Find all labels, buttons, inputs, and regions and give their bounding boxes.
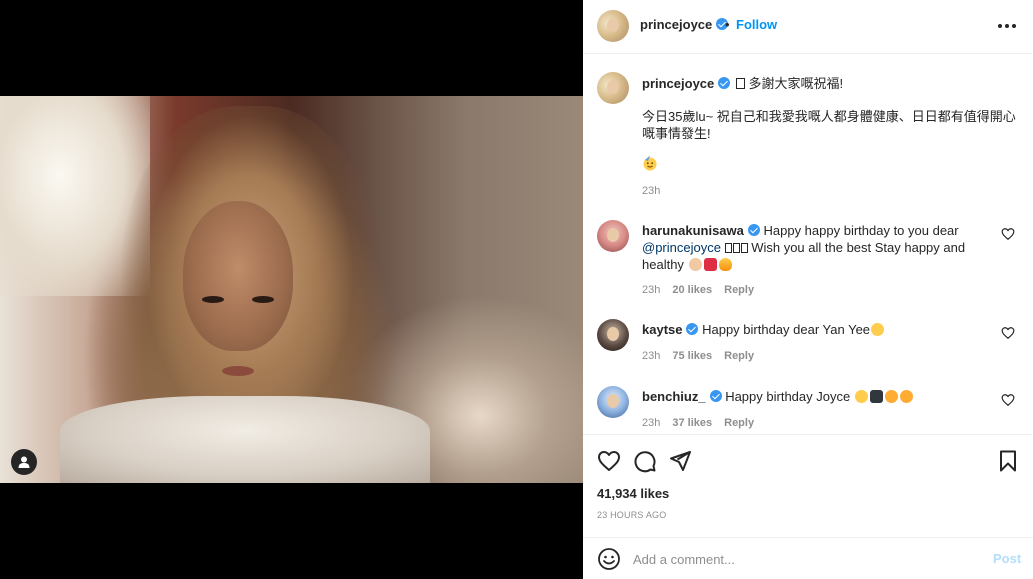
heart-icon[interactable] (597, 449, 621, 473)
dot-icon (998, 24, 1002, 28)
follow-button[interactable]: Follow (736, 17, 777, 32)
comment-input[interactable] (633, 549, 973, 569)
comment-like-heart-icon[interactable] (1001, 326, 1015, 340)
photo-eye-right (252, 296, 274, 303)
comment-icon[interactable] (633, 449, 657, 473)
photo-eye-left (202, 296, 224, 303)
post-media-area (0, 0, 583, 579)
flexed-biceps-emoji-icon (688, 258, 702, 271)
bookmark-icon[interactable] (996, 449, 1020, 473)
share-icon[interactable] (668, 449, 692, 473)
separator-dot: • (725, 17, 730, 32)
partying-face-emoji-icon (642, 155, 658, 174)
verified-badge-icon (686, 323, 699, 335)
comment-text: benchiuz_ Happy birthday Joyce (642, 388, 987, 405)
add-comment-bar: Post (583, 537, 1033, 579)
user-silhouette-icon (18, 456, 30, 468)
reply-button[interactable]: Reply (724, 417, 754, 429)
post-side-panel: princejoyce • Follow princejoyce 多謝大家嘅祝福… (583, 0, 1033, 579)
caption-timestamp[interactable]: 23h (642, 185, 660, 197)
verified-badge-icon (747, 224, 760, 236)
dot-icon (1012, 24, 1016, 28)
comment-time[interactable]: 23h (642, 417, 660, 429)
comment-mention-link[interactable]: @princejoyce (642, 240, 721, 255)
comment-meta: 23h 37 likes Reply (642, 417, 754, 429)
photo-clothing (60, 396, 430, 483)
comment-likes[interactable]: 75 likes (672, 350, 712, 362)
username-text[interactable]: princejoyce (640, 17, 712, 32)
smiling-face-hearts-emoji-icon (871, 323, 885, 336)
comment-time[interactable]: 23h (642, 284, 660, 296)
post-author-username[interactable]: princejoyce (640, 17, 729, 32)
dot-icon (1005, 24, 1009, 28)
comment-body: Happy birthday Joyce (721, 389, 854, 404)
caption-square-glyph (735, 78, 745, 89)
avatar[interactable] (597, 10, 629, 42)
post-actions-bar: 41,934 likes 23 HOURS AGO (583, 434, 1033, 544)
instagram-post-modal: princejoyce • Follow princejoyce 多謝大家嘅祝福… (0, 0, 1033, 579)
avatar[interactable] (597, 319, 629, 351)
comment-likes[interactable]: 37 likes (672, 417, 712, 429)
post-comment-button[interactable]: Post (993, 551, 1021, 566)
verified-badge-icon (709, 390, 722, 402)
black-heart-emoji-icon (869, 390, 883, 403)
comment-text: harunakunisawa Happy happy birthday to y… (642, 222, 987, 273)
avatar[interactable] (597, 220, 629, 252)
comment-meta: 23h 75 likes Reply (642, 350, 754, 362)
caption-username[interactable]: princejoyce (642, 76, 714, 91)
post-age[interactable]: 23 HOURS AGO (597, 510, 666, 520)
comment-username[interactable]: kaytse (642, 322, 682, 337)
square-glyph-icon (724, 243, 732, 253)
comment-like-heart-icon[interactable] (1001, 393, 1015, 407)
photo-lips (222, 366, 254, 376)
red-heart-emoji-icon (703, 258, 717, 271)
fire-emoji-icon (718, 258, 732, 271)
comment-meta: 23h 20 likes Reply (642, 284, 754, 296)
comment-text: kaytse Happy birthday dear Yan Yee (642, 321, 987, 338)
caption-line2: 今日35歲lu~ 祝自己和我愛我嘅人都身體健康、日日都有值得開心嘅事情發生! (642, 109, 1016, 141)
more-options-icon[interactable] (995, 16, 1019, 36)
comment-time[interactable]: 23h (642, 350, 660, 362)
square-glyph-icon (740, 243, 748, 253)
reply-button[interactable]: Reply (724, 284, 754, 296)
comment-username[interactable]: benchiuz_ (642, 389, 706, 404)
emoji-icon[interactable] (597, 547, 621, 571)
reply-button[interactable]: Reply (724, 350, 754, 362)
post-photo[interactable] (0, 96, 583, 483)
comment-body: Happy birthday dear Yan Yee (698, 322, 871, 337)
likes-count[interactable]: 41,934 likes (597, 486, 669, 501)
verified-badge-icon (718, 77, 731, 89)
photo-face (183, 201, 293, 351)
avatar[interactable] (597, 72, 629, 104)
comment-like-heart-icon[interactable] (1001, 227, 1015, 241)
comment-likes[interactable]: 20 likes (672, 284, 712, 296)
post-header: princejoyce • Follow (583, 0, 1033, 54)
caption-first-line: princejoyce 多謝大家嘅祝福! (642, 75, 1022, 92)
comment-username[interactable]: harunakunisawa (642, 223, 744, 238)
heart-eyes-emoji-icon (899, 390, 913, 403)
raising-hands-emoji-icon (854, 390, 868, 403)
comment-body: Happy happy birthday to you dear (759, 223, 959, 238)
avatar[interactable] (597, 386, 629, 418)
square-glyph-icon (732, 243, 740, 253)
caption-line1: 多謝大家嘅祝福! (744, 76, 844, 91)
user-tag-icon[interactable] (11, 449, 37, 475)
heart-eyes-emoji-icon (884, 390, 898, 403)
